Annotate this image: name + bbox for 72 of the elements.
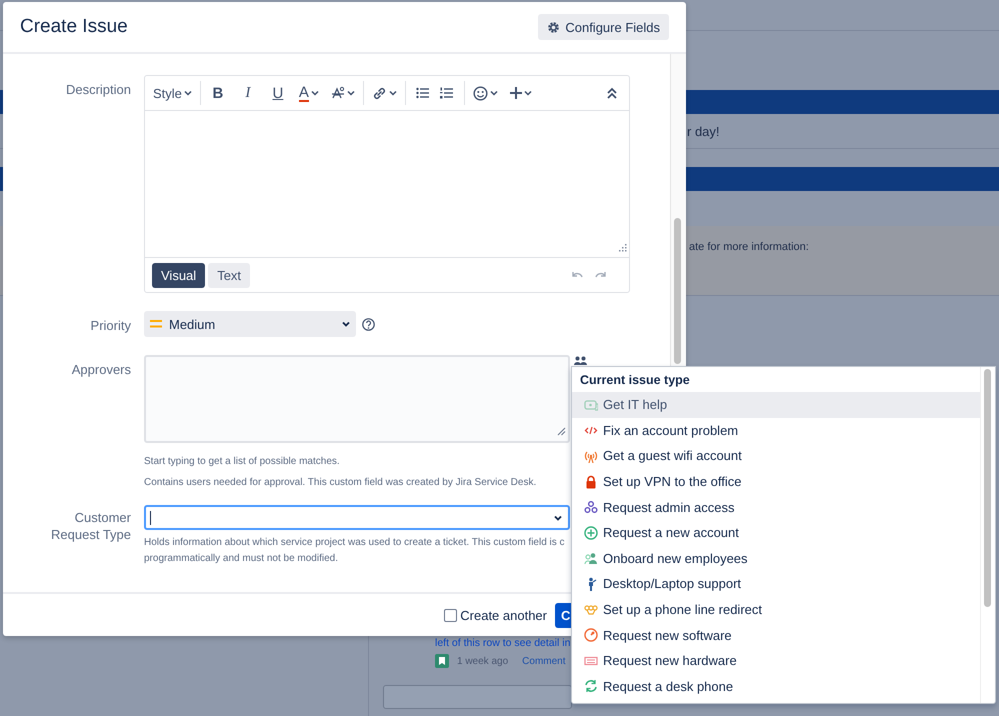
network-icon xyxy=(584,602,598,617)
resize-grip-icon[interactable] xyxy=(557,427,566,436)
caret-icon xyxy=(490,89,498,97)
rich-text-editor[interactable]: Style B I U A Visual Text xyxy=(144,75,630,293)
numbered-list-icon xyxy=(440,87,454,99)
smiley-icon xyxy=(472,86,488,100)
caret-icon xyxy=(388,89,397,97)
request-type-option[interactable]: Request a desk phone xyxy=(572,674,980,700)
help-text: Holds information about which service project was used to create a ticket. This custom field is c xyxy=(144,537,566,548)
field-label: Approvers xyxy=(70,361,131,378)
dialog-title: Create Issue xyxy=(20,16,128,38)
plus-circle-icon xyxy=(584,526,598,540)
gauge-icon xyxy=(584,628,598,642)
user-picker-icon[interactable] xyxy=(574,356,587,366)
field-label: Customer Request Type xyxy=(50,509,131,543)
request-type-option[interactable]: Desktop/Laptop support xyxy=(572,571,980,597)
editor-mode-tab[interactable]: Text xyxy=(208,262,250,288)
help-text: Contains users needed for approval. This custom field was created by Jira Service Desk. xyxy=(144,477,538,488)
request-type-option[interactable]: Fix an account problem xyxy=(572,418,980,444)
create-button[interactable]: C xyxy=(555,602,571,628)
text-effects-icon xyxy=(330,86,345,100)
timestamp: 1 week ago xyxy=(457,656,508,666)
double-chevron-up-icon xyxy=(607,87,617,99)
priority-select[interactable]: Medium xyxy=(144,311,356,337)
request-type-option[interactable]: Get a guest wifi account xyxy=(572,443,980,469)
create-another-checkbox[interactable]: Create another xyxy=(444,608,547,622)
request-type-option[interactable]: Request admin access xyxy=(572,494,980,520)
field-label: Priority xyxy=(90,317,131,334)
gears-icon xyxy=(584,500,598,514)
text-color-button[interactable]: A xyxy=(296,80,321,106)
underline-button[interactable]: U xyxy=(266,80,289,106)
bullet-list-icon xyxy=(416,87,430,99)
request-type-option[interactable]: Request new software xyxy=(572,622,980,648)
request-type-option[interactable]: Request new hardware xyxy=(572,648,980,674)
lock-icon xyxy=(584,474,598,489)
configure-fields-button[interactable]: Configure Fields xyxy=(538,14,669,40)
bold-button[interactable]: B xyxy=(206,80,229,106)
caret-icon xyxy=(342,320,350,328)
request-type-option[interactable]: Get IT help xyxy=(572,392,980,418)
refresh-icon xyxy=(584,679,598,694)
help-text: programmatically and must not be modified. xyxy=(144,553,339,564)
medium-priority-icon xyxy=(150,320,162,328)
request-type-option[interactable]: Onboard new employees xyxy=(572,546,980,572)
help-icon[interactable] xyxy=(362,318,375,330)
field-label: Description xyxy=(64,81,131,98)
style-dropdown[interactable]: Style xyxy=(151,80,194,106)
caret-icon xyxy=(346,89,355,97)
request-type-option[interactable]: Set up a phone line redirect xyxy=(572,596,980,622)
request-type-option[interactable]: Set up VPN to the office xyxy=(572,468,980,494)
plus-icon xyxy=(510,87,522,99)
editor-mode-tab[interactable]: Visual xyxy=(152,262,206,288)
italic-button[interactable]: I xyxy=(236,80,259,106)
resize-grip-icon[interactable] xyxy=(619,244,627,252)
caret-icon xyxy=(184,89,192,97)
comment-field[interactable] xyxy=(383,685,572,709)
caret-icon xyxy=(310,89,319,97)
request-type-option[interactable]: Request a new account xyxy=(572,520,980,546)
group-heading: Current issue type xyxy=(579,372,691,389)
info-text: ate for more information: xyxy=(689,241,809,253)
announcement-text: r day! xyxy=(687,124,720,138)
approvers-field[interactable] xyxy=(144,355,570,443)
caret-icon xyxy=(554,514,562,522)
caret-icon xyxy=(524,89,532,97)
request-type-field[interactable] xyxy=(144,505,570,530)
checkbox[interactable] xyxy=(444,608,458,622)
scrollbar-thumb[interactable] xyxy=(674,218,681,364)
help-text: Start typing to get a list of possible matches. xyxy=(144,456,341,467)
settings-icon xyxy=(547,20,560,34)
scrollbar-thumb[interactable] xyxy=(984,369,991,607)
bookmark-icon xyxy=(435,654,449,668)
people-icon xyxy=(584,551,598,566)
link-icon xyxy=(372,86,387,100)
